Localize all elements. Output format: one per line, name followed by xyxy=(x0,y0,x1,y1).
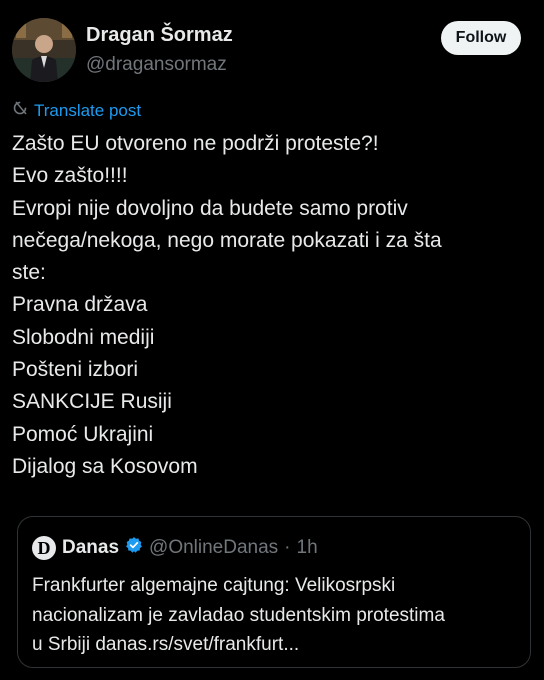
quoted-post-header: D Danas @OnlineDanas · 1h xyxy=(32,536,318,560)
tweet-line: Pomoć Ukrajini xyxy=(12,422,154,446)
tweet-line: ste: xyxy=(12,261,46,285)
follow-button[interactable]: Follow xyxy=(441,21,521,55)
tweet-line: Zašto EU otvoreno ne podrži proteste?! xyxy=(12,132,379,155)
quoted-post-time[interactable]: 1h xyxy=(297,537,318,559)
quoted-author-handle[interactable]: @OnlineDanas xyxy=(149,537,278,559)
tweet-text: Zašto EU otvoreno ne podrži proteste?! E… xyxy=(12,128,517,483)
translate-icon xyxy=(12,100,28,121)
quoted-post-text: Frankfurter algemajne cajtung: Velikosrp… xyxy=(32,571,522,660)
separator-dot: · xyxy=(284,537,291,558)
quoted-post-card[interactable]: D Danas @OnlineDanas · 1h Frankfurter al… xyxy=(17,516,531,668)
quoted-text-line: Frankfurter algemajne cajtung: Velikosrp… xyxy=(32,575,396,596)
tweet-line: Dijalog sa Kosovom xyxy=(12,454,198,478)
danas-logo-avatar[interactable]: D xyxy=(32,536,56,560)
tweet-line: Pravna država xyxy=(12,293,148,317)
translate-post-label: Translate post xyxy=(34,100,142,120)
quoted-text-line: nacionalizam je zavladao studentskim pro… xyxy=(32,604,445,626)
verified-badge-icon xyxy=(125,536,143,560)
tweet-line: Pošteni izbori xyxy=(12,358,139,382)
author-name[interactable]: Dragan Šormaz xyxy=(86,24,233,47)
tweet-line: nečega/nekoga, nego morate pokazati i za… xyxy=(12,228,442,252)
tweet-line: Slobodni mediji xyxy=(12,325,155,349)
author-handle[interactable]: @dragansormaz xyxy=(86,54,227,76)
quoted-author-name[interactable]: Danas xyxy=(62,537,119,559)
avatar-photo xyxy=(12,18,76,82)
author-avatar[interactable] xyxy=(12,18,76,82)
tweet-line: Evo zašto!!!! xyxy=(12,164,128,188)
quoted-text-line: u Srbiji danas.rs/svet/frankfurt... xyxy=(32,634,300,655)
tweet-line: SANKCIJE Rusiji xyxy=(12,390,172,414)
tweet-line: Evropi nije dovoljno da budete samo prot… xyxy=(12,196,408,220)
translate-post-link[interactable]: Translate post xyxy=(12,100,141,121)
